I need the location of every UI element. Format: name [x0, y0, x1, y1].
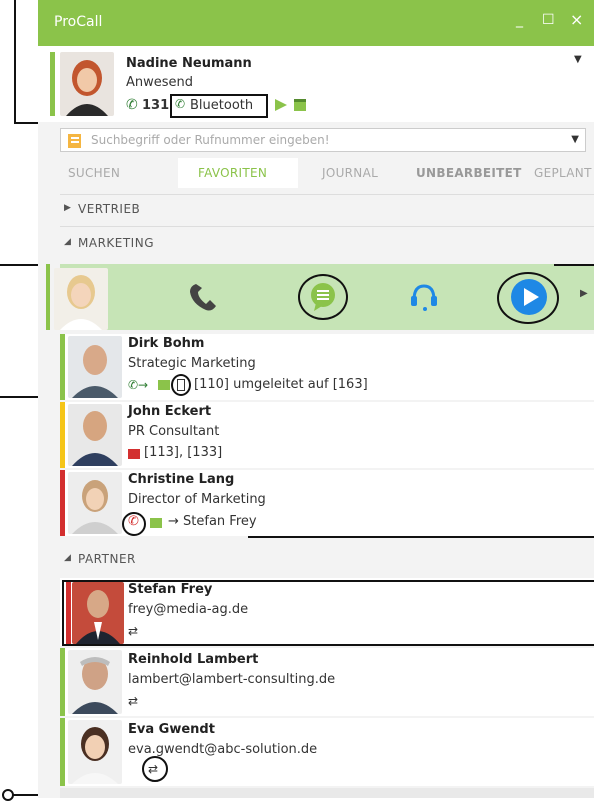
user-panel: Nadine Neumann Anwesend ✆ 131 ✆ Bluetoot… — [38, 46, 594, 122]
procall-window: ProCall _ ☐ × Nadine Neumann Anwesend ✆ … — [38, 0, 594, 798]
presence-bar — [50, 52, 55, 116]
tab-geplant[interactable]: GEPLANT — [534, 166, 592, 180]
chevron-down-icon[interactable]: ▼ — [574, 54, 582, 65]
calendar-icon — [150, 518, 162, 528]
play-icon[interactable] — [510, 278, 548, 316]
calendar-icon — [158, 380, 170, 390]
contact-action-bar: ▶ — [46, 264, 594, 330]
contact-avatar[interactable] — [68, 650, 122, 714]
user-status[interactable]: Anwesend — [126, 75, 193, 90]
contact-status-line: → Stefan Frey — [168, 514, 257, 529]
contact-avatar[interactable] — [54, 268, 108, 330]
divider — [60, 194, 594, 195]
list-item[interactable]: Reinhold Lambert lambert@lambert-consult… — [60, 648, 594, 716]
chevron-down-icon: ◢ — [64, 237, 71, 247]
chat-icon[interactable] — [308, 281, 338, 313]
divider — [60, 226, 594, 227]
tab-unbearbeitet[interactable]: UNBEARBEITET — [416, 166, 522, 180]
group-label: VERTRIEB — [78, 202, 141, 216]
group-vertrieb[interactable]: ▶ VERTRIEB — [60, 196, 594, 224]
contact-email: frey@media-ag.de — [128, 602, 249, 617]
play-icon[interactable] — [275, 99, 287, 111]
chevron-down-icon[interactable]: ▼ — [571, 134, 579, 145]
list-item[interactable]: John Eckert PR Consultant [113], [133] — [60, 402, 594, 468]
callout-line — [14, 0, 16, 124]
contact-title: Strategic Marketing — [128, 356, 256, 371]
phone-icon[interactable] — [186, 280, 220, 314]
transfer-icon: ⇄ — [128, 624, 139, 638]
chevron-right-icon: ▶ — [64, 203, 71, 213]
title-bar: ProCall _ ☐ × — [38, 0, 594, 46]
callout-line — [554, 264, 594, 266]
contact-email: lambert@lambert-consulting.de — [128, 672, 336, 687]
phone-forward-icon: ✆→ — [128, 378, 149, 392]
list-item[interactable]: Stefan Frey frey@media-ag.de ⇄ — [60, 578, 594, 646]
contact-avatar[interactable] — [68, 720, 122, 784]
presence-bar — [60, 402, 65, 468]
transfer-icon: ⇄ — [128, 694, 139, 708]
tab-suchen[interactable]: SUCHEN — [68, 166, 120, 180]
phone-icon: ✆ — [175, 97, 186, 111]
contact-avatar[interactable] — [72, 582, 124, 644]
list-item[interactable]: Eva Gwendt eva.gwendt@abc-solution.de ⇄ — [60, 718, 594, 786]
phone-icon: ✆ — [128, 514, 139, 529]
presence-bar — [60, 648, 65, 716]
contact-status-line: [110] umgeleitet auf [163] — [194, 377, 368, 392]
phone-icon: ✆ — [126, 97, 138, 113]
chevron-down-icon: ◢ — [64, 553, 71, 563]
group-partner[interactable]: ◢ PARTNER — [60, 546, 594, 574]
close-button[interactable]: × — [570, 10, 583, 29]
tab-bar: SUCHEN FAVORITEN JOURNAL UNBEARBEITET GE… — [60, 158, 594, 188]
tab-journal[interactable]: JOURNAL — [322, 166, 378, 180]
search-field[interactable]: Suchbegriff oder Rufnummer eingeben! ▼ — [60, 128, 586, 152]
contact-name: Dirk Bohm — [128, 336, 205, 351]
callout-dot — [2, 789, 14, 801]
user-name: Nadine Neumann — [126, 56, 252, 71]
list-item[interactable]: Christine Lang Director of Marketing ✆ →… — [60, 470, 594, 536]
contact-avatar[interactable] — [68, 472, 122, 534]
contact-title: Director of Marketing — [128, 492, 266, 507]
contact-status-line: [113], [133] — [144, 445, 223, 460]
group-marketing[interactable]: ◢ MARKETING — [60, 230, 594, 258]
list-item[interactable]: Dirk Bohm Strategic Marketing ✆→ [110] u… — [60, 334, 594, 400]
contact-name: Stefan Frey — [128, 582, 213, 597]
contact-name: John Eckert — [128, 404, 212, 419]
mobile-icon — [177, 379, 185, 391]
calendar-icon[interactable] — [294, 99, 306, 111]
contact-avatar[interactable] — [68, 404, 122, 466]
contact-name: Reinhold Lambert — [128, 652, 259, 667]
presence-bar — [60, 334, 65, 400]
contact-avatar[interactable] — [68, 336, 122, 398]
app-title: ProCall — [54, 14, 103, 30]
headset-icon[interactable] — [408, 282, 440, 312]
device-name[interactable]: Bluetooth — [190, 98, 253, 113]
contact-email: eva.gwendt@abc-solution.de — [128, 742, 318, 757]
presence-bar — [66, 582, 71, 644]
maximize-button[interactable]: ☐ — [542, 12, 555, 28]
contact-name: Eva Gwendt — [128, 722, 215, 737]
presence-bar — [60, 718, 65, 786]
calendar-icon — [128, 449, 140, 459]
search-placeholder: Suchbegriff oder Rufnummer eingeben! — [91, 133, 330, 147]
presence-bar — [46, 264, 50, 330]
contact-book-icon — [68, 134, 81, 148]
user-avatar[interactable] — [60, 52, 114, 116]
group-label: MARKETING — [78, 236, 154, 250]
contact-name: Christine Lang — [128, 472, 235, 487]
user-extension[interactable]: 131 — [142, 98, 169, 113]
chevron-right-icon[interactable]: ▶ — [580, 288, 588, 299]
list-footer — [60, 788, 594, 798]
transfer-icon: ⇄ — [148, 762, 159, 776]
minimize-button[interactable]: _ — [516, 12, 523, 28]
callout-line — [248, 536, 594, 538]
presence-bar — [60, 470, 65, 536]
group-label: PARTNER — [78, 552, 136, 566]
contact-title: PR Consultant — [128, 424, 220, 439]
tab-favoriten[interactable]: FAVORITEN — [198, 166, 267, 180]
